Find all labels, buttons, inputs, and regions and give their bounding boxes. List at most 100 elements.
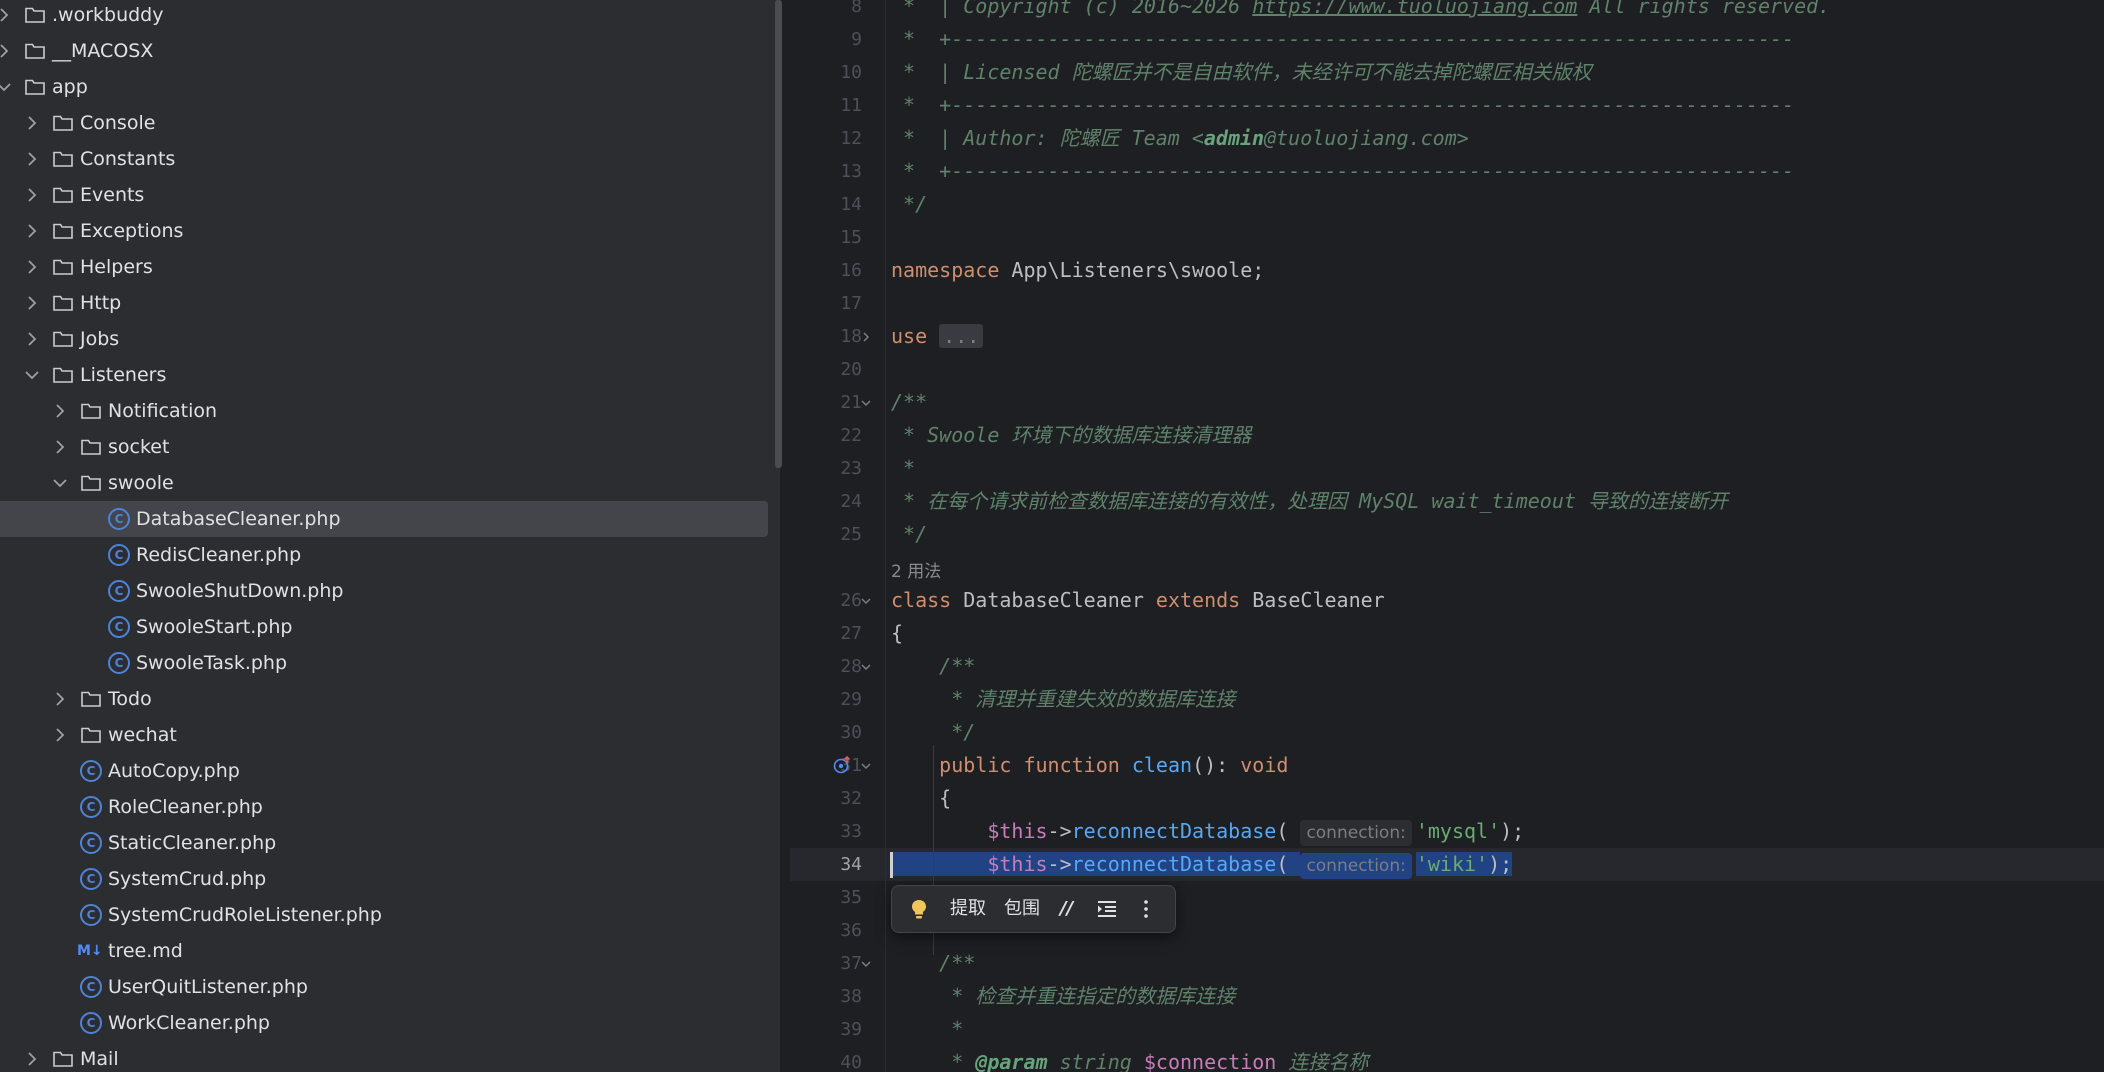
code-line[interactable]: * @param string $connection 连接名称 [891,1046,1368,1072]
code-line[interactable]: * +-------------------------------------… [891,23,1794,56]
tree-item-label: SystemCrudRoleListener.php [108,904,382,926]
code-line[interactable]: $this->reconnectDatabase( connection:'wi… [891,848,1513,881]
line-number: 24 [840,491,862,512]
tree-file[interactable]: C SwooleShutDown.php [0,573,768,609]
tree-folder[interactable]: Events [0,177,768,213]
fold-collapse-icon[interactable] [859,957,873,971]
chevron-right-icon[interactable] [22,221,42,241]
line-number: 16 [840,260,862,281]
tree-file[interactable]: M↓ tree.md [0,933,768,969]
code-line[interactable]: * 清理并重建失效的数据库连接 [891,683,1235,716]
tree-file[interactable]: C RoleCleaner.php [0,789,768,825]
chevron-right-icon[interactable] [0,5,14,25]
tree-file[interactable]: C StaticCleaner.php [0,825,768,861]
line-number: 20 [840,359,862,380]
code-line[interactable]: class DatabaseCleaner extends BaseCleane… [891,584,1385,617]
chevron-down-icon[interactable] [0,77,14,97]
chevron-right-icon[interactable] [22,329,42,349]
code-line[interactable]: * [891,1013,963,1046]
tree-file[interactable]: C AutoCopy.php [0,753,768,789]
tree-folder[interactable]: Helpers [0,249,768,285]
tree-folder[interactable]: Notification [0,393,768,429]
code-line[interactable]: { [891,782,951,815]
tree-file[interactable]: C UserQuitListener.php [0,969,768,1005]
code-line[interactable]: */ [891,518,927,551]
lightbulb-icon[interactable] [908,898,930,920]
tree-folder[interactable]: Mail [0,1041,768,1072]
code-line[interactable]: public function clean(): void [891,749,1288,782]
tree-item-label: WorkCleaner.php [108,1012,270,1034]
fold-collapse-icon[interactable] [859,594,873,608]
code-line[interactable]: * | Author: 陀螺匠 Team <admin@tuoluojiang.… [891,122,1469,155]
tree-file[interactable]: C SwooleTask.php [0,645,768,681]
tree-file[interactable]: C SwooleStart.php [0,609,768,645]
chevron-down-icon[interactable] [22,365,42,385]
tree-folder[interactable]: .workbuddy [0,0,768,33]
tree-folder[interactable]: Jobs [0,321,768,357]
code-line[interactable]: * +-------------------------------------… [891,155,1794,188]
code-line[interactable]: /** [891,650,975,683]
line-number: 12 [840,128,862,149]
chevron-right-icon[interactable] [22,1049,42,1069]
line-number: 29 [840,689,862,710]
code-line[interactable]: { [891,617,903,650]
chevron-right-icon[interactable] [22,185,42,205]
tree-item-label: Events [80,184,145,206]
tree-file[interactable]: C SystemCrudRoleListener.php [0,897,768,933]
tree-folder[interactable]: Console [0,105,768,141]
tree-item-label: Mail [80,1048,119,1070]
code-line[interactable]: * | Copyright (c) 2016~2026 https://www.… [891,0,1830,23]
code-line[interactable]: $this->reconnectDatabase( connection:'my… [891,815,1524,848]
project-tree-scrollbar[interactable] [775,0,782,468]
code-line[interactable]: * 在每个请求前检查数据库连接的有效性，处理因 MySQL wait_timeo… [891,485,1728,518]
chevron-down-icon[interactable] [50,473,70,493]
tree-item-label: SystemCrud.php [108,868,267,890]
php-class-icon: C [108,508,130,530]
code-line[interactable]: use ... [891,320,984,353]
tree-folder[interactable]: Constants [0,141,768,177]
tree-file[interactable]: C SystemCrud.php [0,861,768,897]
folder-icon [53,259,73,275]
code-line[interactable]: namespace App\Listeners\swoole; [891,254,1264,287]
fold-collapse-icon[interactable] [859,759,873,773]
chevron-right-icon[interactable] [22,293,42,313]
fold-collapse-icon[interactable] [859,660,873,674]
tree-file[interactable]: C WorkCleaner.php [0,1005,768,1041]
comment-icon[interactable]: // [1060,886,1073,932]
code-line[interactable]: * | Licensed 陀螺匠并不是自由软件，未经许可不能去掉陀螺匠相关版权 [891,56,1592,89]
more-icon[interactable] [1142,899,1150,919]
fold-expand-icon[interactable] [859,330,873,344]
chevron-right-icon[interactable] [0,41,14,61]
tree-folder[interactable]: swoole [0,465,768,501]
chevron-right-icon[interactable] [22,257,42,277]
tree-folder[interactable]: socket [0,429,768,465]
extract-button[interactable]: 提取 [950,886,986,932]
surround-button[interactable]: 包围 [1004,886,1040,932]
code-line[interactable]: /** [891,386,927,419]
tree-file[interactable]: C RedisCleaner.php [0,537,768,573]
implements-method-icon[interactable] [832,755,852,775]
tree-folder[interactable]: Http [0,285,768,321]
tree-folder[interactable]: app [0,69,768,105]
indent-icon[interactable] [1097,899,1117,919]
tree-folder[interactable]: Exceptions [0,213,768,249]
usages-hint[interactable]: 2 用法 [891,557,941,582]
chevron-right-icon[interactable] [50,401,70,421]
code-line[interactable]: * Swoole 环境下的数据库连接清理器 [891,419,1251,452]
chevron-right-icon[interactable] [22,149,42,169]
fold-collapse-icon[interactable] [859,396,873,410]
chevron-right-icon[interactable] [50,437,70,457]
code-line[interactable]: * 检查并重连指定的数据库连接 [891,980,1235,1013]
tree-folder[interactable]: Todo [0,681,768,717]
tree-folder[interactable]: __MACOSX [0,33,768,69]
code-line[interactable]: */ [891,188,927,221]
chevron-right-icon[interactable] [50,689,70,709]
tree-item-label: SwooleTask.php [136,652,288,674]
tree-file[interactable]: C DatabaseCleaner.php [0,501,768,537]
tree-folder[interactable]: Listeners [0,357,768,393]
code-line[interactable]: * +-------------------------------------… [891,89,1794,122]
code-line[interactable]: * [891,452,915,485]
chevron-right-icon[interactable] [50,725,70,745]
chevron-right-icon[interactable] [22,113,42,133]
tree-folder[interactable]: wechat [0,717,768,753]
